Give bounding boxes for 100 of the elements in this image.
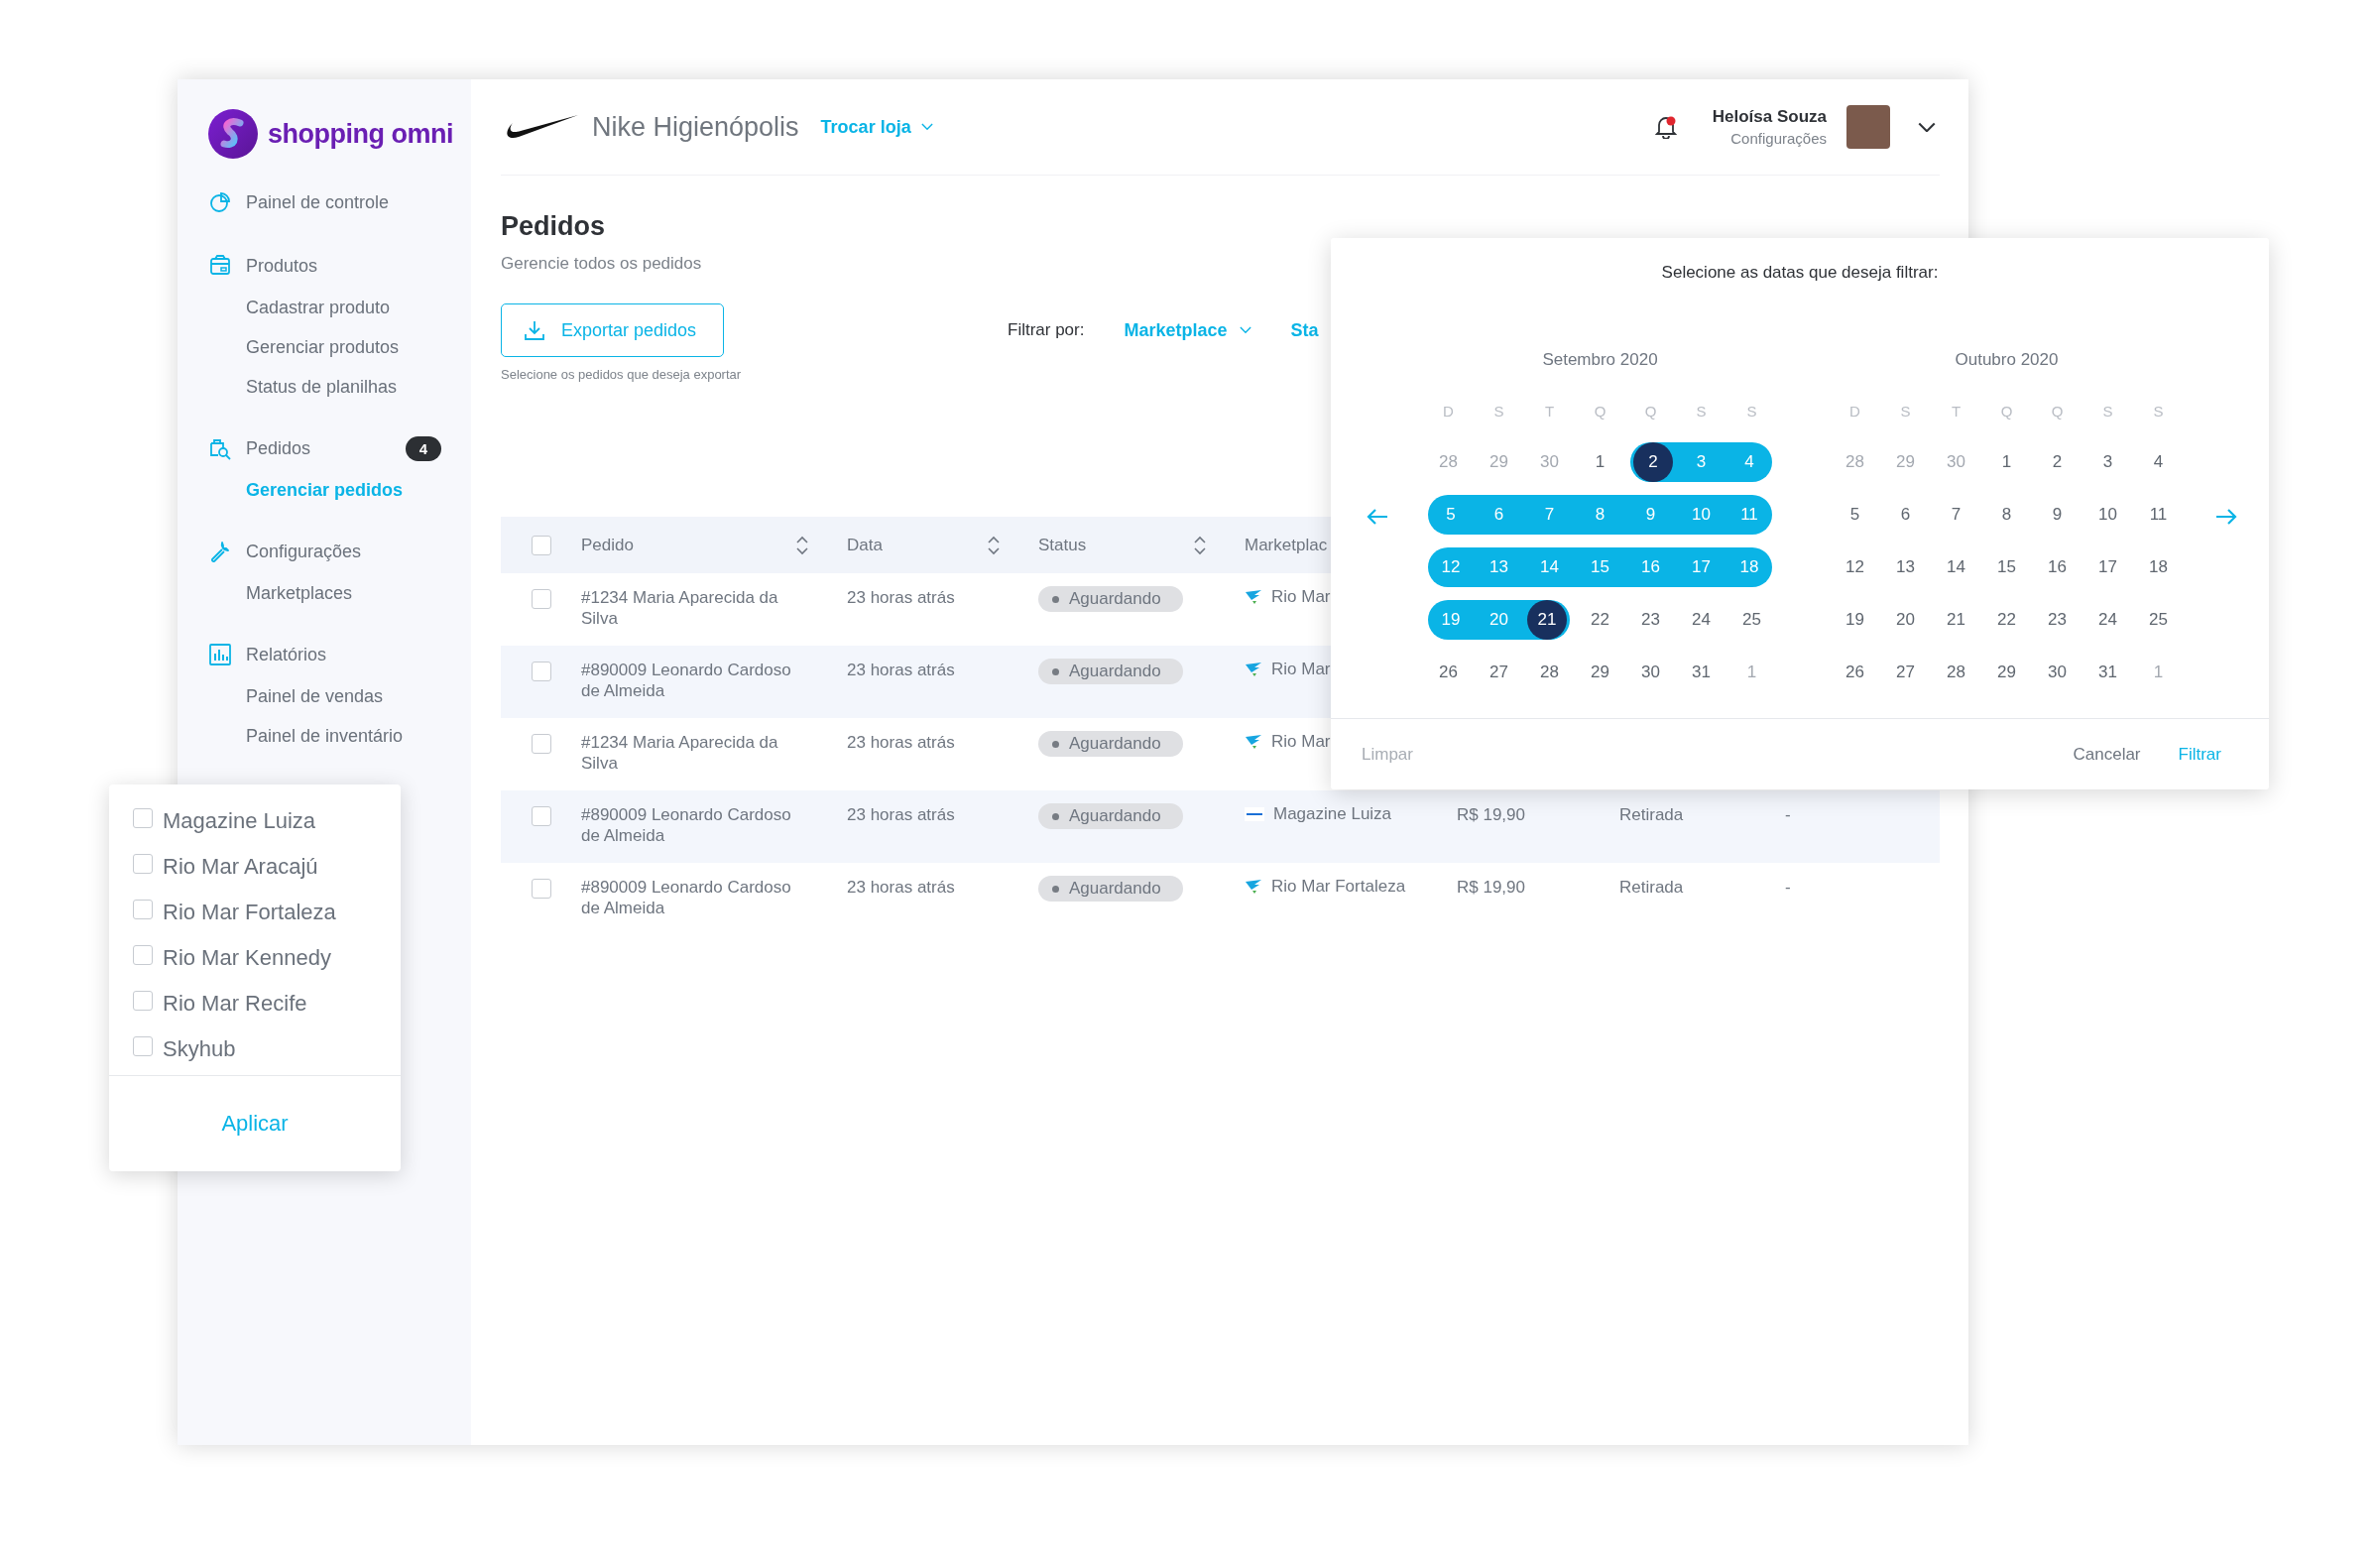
calendar-day[interactable]: 6 [1880,495,1931,535]
calendar-day[interactable]: 25 [1726,600,1777,640]
calendar-day[interactable]: 2 [1630,442,1676,482]
calendar-day[interactable]: 8 [1981,495,2032,535]
sort-icon[interactable] [795,535,809,555]
row-checkbox[interactable] [532,806,551,826]
sort-icon[interactable] [1193,535,1207,555]
calendar-day[interactable]: 30 [1524,442,1575,482]
cancel-button[interactable]: Cancelar [2073,744,2141,765]
calendar-day[interactable]: 30 [1931,442,1981,482]
sidebar-subitem[interactable]: Status de planilhas [246,367,471,407]
sidebar-subitem[interactable]: Marketplaces [246,573,471,613]
option-checkbox[interactable] [133,945,153,965]
option-label[interactable]: Magazine Luiza [163,808,316,834]
user-subtitle[interactable]: Configurações [1730,130,1827,147]
calendar-day[interactable]: 26 [1423,653,1474,692]
calendar-day[interactable]: 21 [1931,600,1981,640]
row-checkbox[interactable] [532,662,551,681]
date-cell-text: 23 horas atrás [847,804,956,825]
calendar-day[interactable]: 21 [1524,600,1570,640]
calendar-day[interactable]: 29 [1880,442,1931,482]
column-header[interactable]: Marketplac [1245,535,1328,555]
avatar-photo-placeholder[interactable] [1846,105,1890,149]
calendar-day[interactable]: 7 [1931,495,1981,535]
calendar-day[interactable]: 20 [1880,600,1931,640]
sidebar-item[interactable]: Configurações [246,541,441,562]
calendar-day[interactable]: 29 [1575,653,1625,692]
page-title: Pedidos [501,211,606,242]
calendar-day[interactable]: 9 [2032,495,2082,535]
sidebar-item[interactable]: Produtos [246,255,441,277]
calendar-day[interactable]: 30 [1625,653,1676,692]
calendar-day[interactable]: 11 [2133,495,2184,535]
column-header[interactable]: Data [847,535,883,555]
option-label[interactable]: Rio Mar Kennedy [163,945,331,971]
calendar-day[interactable]: 4 [2133,442,2184,482]
calendar-day[interactable]: 27 [1474,653,1524,692]
calendar-day[interactable]: 3 [2082,442,2133,482]
calendar-day[interactable]: 31 [1676,653,1726,692]
sidebar-subitem[interactable]: Cadastrar produto [246,288,471,327]
column-header[interactable]: Status [1038,535,1087,555]
sidebar-item[interactable]: Pedidos [246,437,392,459]
calendar-day[interactable]: 17 [2082,547,2133,587]
calendar-day[interactable]: 23 [2032,600,2082,640]
calendar-day[interactable]: 31 [2082,653,2133,692]
order-cell-text: #1234 Maria Aparecida da Silva [581,587,779,629]
option-label[interactable]: Skyhub [163,1036,236,1062]
calendar-day[interactable]: 24 [2082,600,2133,640]
option-label[interactable]: Rio Mar Fortaleza [163,900,336,925]
calendar-day[interactable]: 14 [1931,547,1981,587]
sidebar-item[interactable]: Painel de controle [246,191,441,213]
export-button[interactable]: Exportar pedidos [501,303,724,357]
calendar-day[interactable]: 28 [1524,653,1575,692]
select-all-checkbox[interactable] [532,535,551,555]
sidebar-item[interactable]: Relatórios [246,644,441,665]
sidebar-subitem[interactable]: Painel de inventário [246,716,471,756]
calendar-day[interactable]: 30 [2032,653,2082,692]
calendar-day[interactable]: 19 [1830,600,1880,640]
calendar-day[interactable]: 23 [1625,600,1676,640]
calendar-day[interactable]: 26 [1830,653,1880,692]
wrench-icon [208,540,232,563]
month-title: Setembro 2020 [1541,350,1659,370]
calendar-day[interactable]: 12 [1830,547,1880,587]
sidebar-subitem[interactable]: Gerenciar produtos [246,327,471,367]
calendar-day[interactable]: 10 [2082,495,2133,535]
row-checkbox[interactable] [532,879,551,899]
option-checkbox[interactable] [133,854,153,874]
calendar-day[interactable]: 16 [2032,547,2082,587]
option-checkbox[interactable] [133,991,153,1011]
status-badge: Aguardando [1038,731,1183,757]
sort-icon[interactable] [987,535,1001,555]
calendar-day[interactable]: 1 [1575,442,1625,482]
bell-icon[interactable] [1654,115,1677,139]
calendar-day[interactable]: 18 [2133,547,2184,587]
order-cell-text: #890009 Leonardo Cardoso de Almeida [581,877,792,918]
calendar-day[interactable]: 29 [1474,442,1524,482]
calendar-day[interactable]: 27 [1880,653,1931,692]
calendar-day[interactable]: 25 [2133,600,2184,640]
calendar-day[interactable]: 22 [1575,600,1625,640]
row-checkbox[interactable] [532,589,551,609]
status-badge: Aguardando [1038,659,1183,684]
option-label[interactable]: Rio Mar Recife [163,991,307,1017]
calendar-day[interactable]: 22 [1981,600,2032,640]
calendar-day[interactable]: 28 [1931,653,1981,692]
column-header[interactable]: Pedido [581,535,634,555]
calendar-day[interactable]: 2 [2032,442,2082,482]
calendar-day[interactable]: 5 [1830,495,1880,535]
option-label[interactable]: Rio Mar Aracajú [163,854,318,880]
sidebar-subitem[interactable]: Painel de vendas [246,676,471,716]
row-checkbox[interactable] [532,734,551,754]
option-checkbox[interactable] [133,900,153,919]
option-checkbox[interactable] [133,808,153,828]
calendar-day[interactable]: 29 [1981,653,2032,692]
calendar-day[interactable]: 1 [1981,442,2032,482]
calendar-day[interactable]: 15 [1981,547,2032,587]
option-checkbox[interactable] [133,1036,153,1056]
calendar-day[interactable]: 13 [1880,547,1931,587]
weekday-label: Q [1643,402,1658,422]
bag-search-icon [208,436,232,460]
calendar-day[interactable]: 24 [1676,600,1726,640]
marketplace-cell: Rio Mar [1271,587,1331,607]
